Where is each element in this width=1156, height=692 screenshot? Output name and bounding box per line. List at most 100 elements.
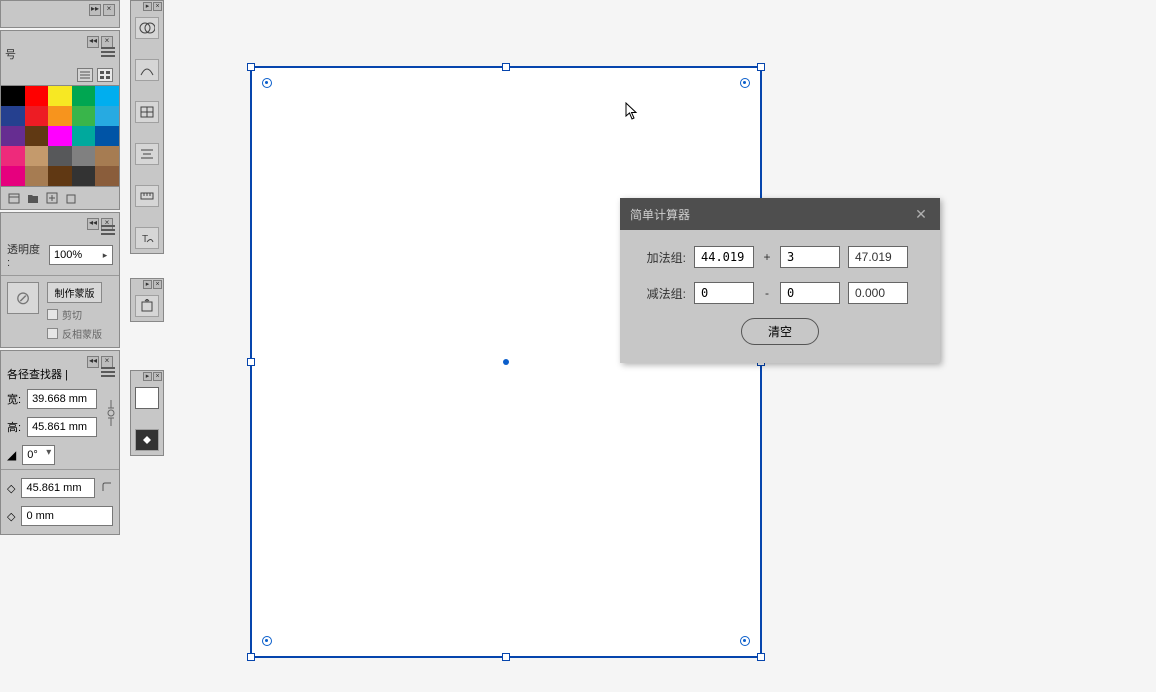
list-view-icon[interactable] bbox=[77, 68, 93, 82]
color-swatch[interactable] bbox=[95, 146, 119, 166]
panel-collapse-icon[interactable]: ▸ bbox=[143, 372, 152, 381]
live-corner-tr[interactable] bbox=[740, 78, 750, 88]
transparency-panel: ◂◂ × 透明度 : ▸ ⊘ 制作蒙版 剪切 反相蒙版 bbox=[0, 212, 120, 348]
new-swatch-icon[interactable] bbox=[45, 191, 59, 205]
grid-icon[interactable] bbox=[135, 101, 159, 123]
corner-link-icon[interactable]: ◇ bbox=[7, 482, 15, 495]
chevron-right-icon[interactable]: ▸ bbox=[98, 250, 112, 261]
align-icon[interactable] bbox=[135, 143, 159, 165]
color-swatch[interactable] bbox=[1, 86, 25, 106]
live-corner-bl[interactable] bbox=[262, 636, 272, 646]
color-swatch[interactable] bbox=[1, 146, 25, 166]
modal-titlebar[interactable]: 简单计算器 ✕ bbox=[620, 198, 940, 230]
swatch-library-icon[interactable] bbox=[7, 191, 21, 205]
close-icon[interactable]: ✕ bbox=[912, 205, 930, 223]
opacity-input-wrap[interactable]: ▸ bbox=[49, 245, 113, 265]
color-swatch[interactable] bbox=[25, 126, 49, 146]
link-wh-icon[interactable] bbox=[103, 385, 119, 441]
sub-operand-b-input[interactable] bbox=[780, 282, 840, 304]
width-label: 宽: bbox=[7, 391, 21, 407]
minus-icon: - bbox=[762, 286, 772, 300]
corner-radius-input[interactable]: 45.861 mm bbox=[21, 478, 95, 498]
color-swatch[interactable] bbox=[95, 106, 119, 126]
color-swatch[interactable] bbox=[72, 146, 96, 166]
stroke-offset-input[interactable]: 0 mm bbox=[21, 506, 113, 526]
fill-black-icon[interactable] bbox=[135, 429, 159, 451]
color-swatch[interactable] bbox=[25, 86, 49, 106]
add-operand-a-input[interactable] bbox=[694, 246, 754, 268]
panel-close-icon[interactable]: × bbox=[153, 372, 162, 381]
ruler-icon[interactable] bbox=[135, 185, 159, 207]
panel-collapsed-top: ▸▸ × bbox=[0, 0, 120, 28]
panel-menu-icon[interactable] bbox=[101, 47, 115, 57]
shear-icon: ◢ bbox=[7, 448, 16, 462]
corner-profile-icon[interactable] bbox=[101, 481, 113, 496]
selection-handle-br[interactable] bbox=[757, 653, 765, 661]
height-input[interactable]: 45.861 mm bbox=[27, 417, 97, 437]
selection-center bbox=[503, 359, 509, 365]
color-swatch[interactable] bbox=[72, 106, 96, 126]
shape-builder-icon[interactable] bbox=[135, 17, 159, 39]
color-swatch[interactable] bbox=[1, 106, 25, 126]
width-input[interactable]: 39.668 mm bbox=[27, 389, 97, 409]
opacity-input[interactable] bbox=[50, 249, 98, 261]
color-swatch[interactable] bbox=[95, 166, 119, 186]
color-swatch[interactable] bbox=[48, 146, 72, 166]
panel-menu-icon[interactable] bbox=[101, 367, 115, 377]
panel-close-icon[interactable]: × bbox=[153, 2, 162, 11]
selection-handle-tr[interactable] bbox=[757, 63, 765, 71]
color-swatch[interactable] bbox=[48, 86, 72, 106]
fill-white-icon[interactable] bbox=[135, 387, 159, 409]
add-operand-b-input[interactable] bbox=[780, 246, 840, 268]
invert-mask-label: 反相蒙版 bbox=[62, 326, 102, 341]
sub-operand-a-input[interactable] bbox=[694, 282, 754, 304]
color-swatch[interactable] bbox=[48, 106, 72, 126]
clear-button[interactable]: 清空 bbox=[741, 318, 819, 345]
color-swatch[interactable] bbox=[95, 126, 119, 146]
selection-handle-bl[interactable] bbox=[247, 653, 255, 661]
color-swatch[interactable] bbox=[72, 166, 96, 186]
selection-handle-tm[interactable] bbox=[502, 63, 510, 71]
plus-icon: + bbox=[762, 250, 772, 264]
color-swatch[interactable] bbox=[95, 86, 119, 106]
mask-thumbnail[interactable]: ⊘ bbox=[7, 282, 39, 314]
pathfinder-title: 各径查找器 | bbox=[7, 366, 68, 382]
panel-collapse-icon[interactable]: ▸ bbox=[143, 2, 152, 11]
export-icon[interactable] bbox=[135, 295, 159, 317]
panel-close-icon[interactable]: × bbox=[103, 4, 115, 16]
make-mask-button[interactable]: 制作蒙版 bbox=[47, 282, 102, 303]
color-swatch[interactable] bbox=[48, 166, 72, 186]
selection-handle-lm[interactable] bbox=[247, 358, 255, 366]
panel-collapse-icon[interactable]: ▸▸ bbox=[89, 4, 101, 16]
selection-handle-bm[interactable] bbox=[502, 653, 510, 661]
panel-menu-icon[interactable] bbox=[101, 225, 115, 235]
panel-close-icon[interactable]: × bbox=[153, 280, 162, 289]
sub-result-output: 0.000 bbox=[848, 282, 908, 304]
clip-label: 剪切 bbox=[62, 307, 82, 322]
invert-checkbox[interactable] bbox=[47, 328, 58, 339]
color-swatch[interactable] bbox=[1, 166, 25, 186]
color-swatch[interactable] bbox=[25, 146, 49, 166]
selection-handle-tl[interactable] bbox=[247, 63, 255, 71]
swatch-grid bbox=[1, 85, 119, 186]
swatch-folder-icon[interactable] bbox=[26, 191, 40, 205]
color-swatch[interactable] bbox=[1, 126, 25, 146]
color-swatch[interactable] bbox=[48, 126, 72, 146]
panel-collapse-icon[interactable]: ▸ bbox=[143, 280, 152, 289]
svg-text:T: T bbox=[142, 234, 148, 245]
grid-view-icon[interactable] bbox=[97, 68, 113, 82]
curvature-icon[interactable] bbox=[135, 59, 159, 81]
color-swatch[interactable] bbox=[72, 126, 96, 146]
swatches-panel: ◂◂ × 号 bbox=[0, 30, 120, 210]
height-label: 高: bbox=[7, 419, 21, 435]
clip-checkbox[interactable] bbox=[47, 309, 58, 320]
live-corner-tl[interactable] bbox=[262, 78, 272, 88]
color-swatch[interactable] bbox=[25, 106, 49, 126]
angle-select[interactable]: 0° bbox=[22, 445, 55, 465]
type-path-icon[interactable]: T bbox=[135, 227, 159, 249]
color-swatch[interactable] bbox=[25, 166, 49, 186]
link-corners-icon[interactable]: ◇ bbox=[7, 510, 15, 523]
delete-swatch-icon[interactable] bbox=[64, 191, 78, 205]
live-corner-br[interactable] bbox=[740, 636, 750, 646]
color-swatch[interactable] bbox=[72, 86, 96, 106]
